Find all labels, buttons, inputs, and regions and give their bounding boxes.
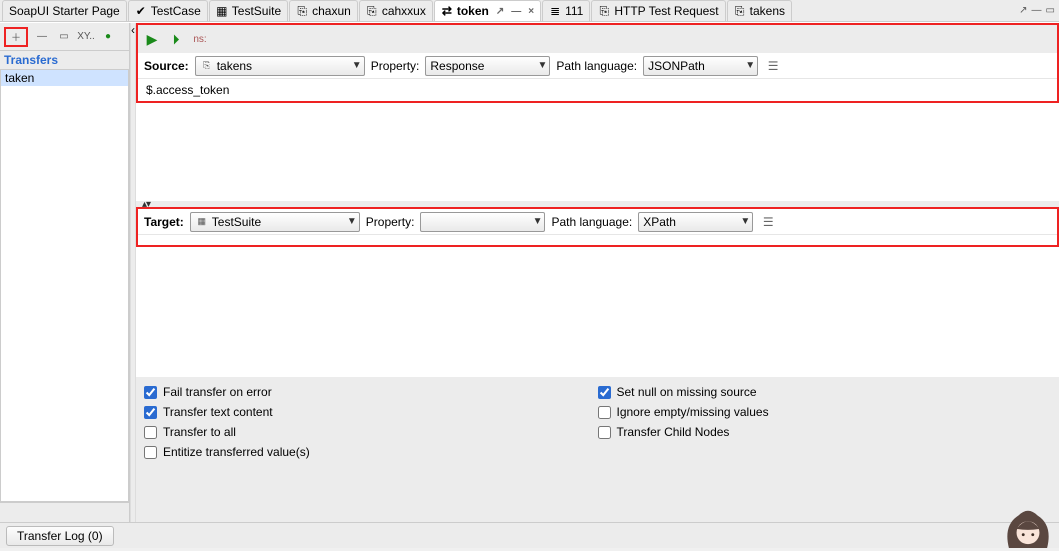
sidebar-toolbar: ＋ — ▭ XY.. ● xyxy=(0,23,129,51)
tab-http-test-request[interactable]: ⎘HTTP Test Request xyxy=(591,0,725,21)
transfers-sidebar: ＋ — ▭ XY.. ● Transfers taken xyxy=(0,23,130,522)
tab-testsuite[interactable]: ▦TestSuite xyxy=(209,0,288,21)
transfers-list[interactable]: taken xyxy=(0,69,129,502)
source-highlight-box: ▶ ⏵ ns: Source: ⎘ takens▼ Pro xyxy=(136,23,1059,103)
rename-transfer-button[interactable]: XY.. xyxy=(78,29,94,45)
detach-icon[interactable]: ↗ xyxy=(1019,5,1027,16)
source-row: Source: ⎘ takens▼ Property: Response▼ Pa… xyxy=(138,53,1057,79)
property-transfer-window: SoapUI Starter Page ✔TestCase ▦TestSuite… xyxy=(0,0,1059,548)
add-transfer-highlight: ＋ xyxy=(4,27,28,47)
detach-icon[interactable]: ↗ xyxy=(496,6,504,17)
avatar xyxy=(999,506,1057,548)
target-label: Target: xyxy=(144,215,184,229)
transfer-log-tab[interactable]: Transfer Log (0) xyxy=(6,526,114,546)
entitize-checkbox[interactable]: Entitize transferred value(s) xyxy=(144,445,598,459)
source-expression[interactable]: $.access_token xyxy=(138,79,1057,101)
tab-testcase[interactable]: ✔TestCase xyxy=(128,0,208,21)
source-property-label: Property: xyxy=(371,59,420,73)
transfer-icon: ⇄ xyxy=(441,5,453,17)
tab-takens[interactable]: ⎘takens xyxy=(727,0,792,21)
source-xpath-wizard-button[interactable]: ☰ xyxy=(764,57,782,75)
chevron-down-icon: ▼ xyxy=(745,60,755,71)
config-button[interactable]: ● xyxy=(100,29,116,45)
target-highlight-box: Target: ▦ TestSuite▼ Property: ▼ Path la… xyxy=(136,207,1059,247)
source-pathlang-label: Path language: xyxy=(556,59,637,73)
tab-chaxun[interactable]: ⎘chaxun xyxy=(289,0,358,21)
http-icon: ⎘ xyxy=(200,60,214,72)
tab-starter-page[interactable]: SoapUI Starter Page xyxy=(2,0,127,21)
transfers-title: Transfers xyxy=(0,51,129,69)
add-transfer-button[interactable]: ＋ xyxy=(8,29,24,45)
minimize-icon[interactable]: — xyxy=(511,6,521,17)
set-null-checkbox[interactable]: Set null on missing source xyxy=(598,385,1052,399)
close-icon[interactable]: × xyxy=(528,6,534,17)
declare-ns-button[interactable]: ns: xyxy=(192,31,208,47)
source-label: Source: xyxy=(144,59,189,73)
transfer-text-checkbox[interactable]: Transfer text content xyxy=(144,405,598,419)
chevron-down-icon: ▼ xyxy=(537,60,547,71)
remove-transfer-button[interactable]: — xyxy=(34,29,50,45)
ignore-empty-checkbox[interactable]: Ignore empty/missing values xyxy=(598,405,1052,419)
target-pathlang-label: Path language: xyxy=(551,215,632,229)
fail-on-error-checkbox[interactable]: Fail transfer on error xyxy=(144,385,598,399)
target-property-combo[interactable]: ▼ xyxy=(420,212,545,232)
source-editor-area[interactable] xyxy=(136,103,1059,201)
tab-token[interactable]: ⇄token↗—× xyxy=(434,0,541,21)
target-property-label: Property: xyxy=(366,215,415,229)
run-all-button[interactable]: ⏵ xyxy=(168,31,184,47)
testcase-icon: ✔ xyxy=(135,5,147,17)
bottom-bar: Transfer Log (0) xyxy=(0,522,1059,548)
http-icon: ⎘ xyxy=(734,5,746,17)
source-property-combo[interactable]: Response▼ xyxy=(425,56,550,76)
transfer-editor: ▶ ⏵ ns: Source: ⎘ takens▼ Pro xyxy=(136,23,1059,522)
copy-transfer-button[interactable]: ▭ xyxy=(56,29,72,45)
chevron-down-icon: ▼ xyxy=(347,216,357,227)
http-icon: ⎘ xyxy=(598,5,610,17)
target-pathlang-combo[interactable]: XPath▼ xyxy=(638,212,753,232)
chevron-down-icon: ▼ xyxy=(740,216,750,227)
tab-111[interactable]: ≣111 xyxy=(542,0,590,21)
testsuite-icon: ▦ xyxy=(195,216,209,228)
editor-tabs: SoapUI Starter Page ✔TestCase ▦TestSuite… xyxy=(0,0,1059,22)
editor-toolbar: ▶ ⏵ ns: xyxy=(138,25,1057,53)
target-step-combo[interactable]: ▦ TestSuite▼ xyxy=(190,212,360,232)
chevron-down-icon: ▼ xyxy=(533,216,543,227)
chevron-down-icon: ▼ xyxy=(352,60,362,71)
child-nodes-checkbox[interactable]: Transfer Child Nodes xyxy=(598,425,1052,439)
testsuite-icon: ▦ xyxy=(216,5,228,17)
http-icon: ⎘ xyxy=(296,5,308,17)
maximize-icon[interactable]: ▭ xyxy=(1046,5,1055,16)
http-icon: ⎘ xyxy=(366,5,378,17)
source-step-combo[interactable]: ⎘ takens▼ xyxy=(195,56,365,76)
transfer-to-all-checkbox[interactable]: Transfer to all xyxy=(144,425,598,439)
main-split: ＋ — ▭ XY.. ● Transfers taken ‹ xyxy=(0,22,1059,522)
sidebar-footer xyxy=(0,502,129,522)
target-xpath-wizard-button[interactable]: ☰ xyxy=(759,213,777,231)
minimize-icon[interactable]: — xyxy=(1032,5,1042,16)
target-editor-area[interactable] xyxy=(136,247,1059,377)
run-button[interactable]: ▶ xyxy=(144,31,160,47)
tab-cahxxux[interactable]: ⎘cahxxux xyxy=(359,0,433,21)
transfer-item[interactable]: taken xyxy=(1,70,128,86)
options-panel: Fail transfer on error Transfer text con… xyxy=(136,377,1059,467)
list-icon: ≣ xyxy=(549,5,561,17)
source-pathlang-combo[interactable]: JSONPath▼ xyxy=(643,56,758,76)
tabs-window-controls: ↗ — ▭ xyxy=(1019,0,1059,21)
target-row: Target: ▦ TestSuite▼ Property: ▼ Path la… xyxy=(138,209,1057,235)
